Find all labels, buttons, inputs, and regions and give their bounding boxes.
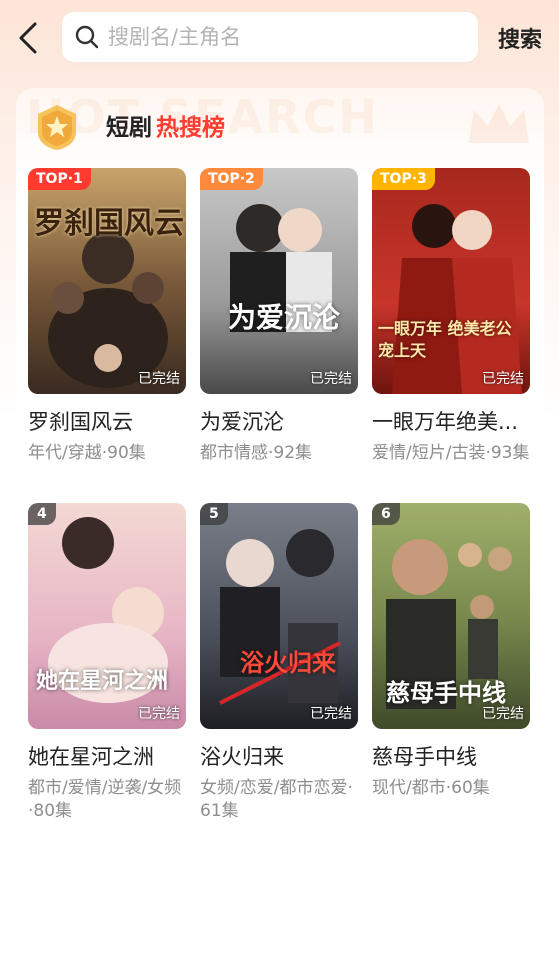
title-short-drama: 短剧 — [106, 115, 152, 141]
drama-card-5[interactable]: 浴火归来 5 已完结 浴火归来 女频/恋爱/都市恋爱·61集 — [200, 503, 358, 823]
drama-poster-5[interactable]: 浴火归来 5 已完结 — [200, 503, 358, 729]
drama-meta-5: 女频/恋爱/都市恋爱·61集 — [200, 778, 353, 821]
rank-badge-6: 6 — [372, 503, 400, 525]
title-hot-search: 热搜榜 — [156, 115, 225, 141]
hot-search-panel: HOT SEARCH 短剧 热搜榜 罗刹国风云 TOP·1 已完结 罗刹国风云 年… — [16, 88, 544, 848]
rank-badge-3: TOP·3 — [372, 168, 435, 190]
drama-card-3[interactable]: 一眼万年 绝美老公宠上天 TOP·3 已完结 一眼万年绝美... 爱情/短片/古… — [372, 168, 530, 465]
drama-card-6[interactable]: 慈母手中线 6 已完结 慈母手中线 现代/都市·60集 — [372, 503, 530, 800]
rank-badge-1: TOP·1 — [28, 168, 91, 190]
back-button[interactable] — [14, 20, 46, 56]
poster-art-4 — [28, 503, 186, 729]
drama-card-4[interactable]: 她在星河之洲 4 已完结 她在星河之洲 都市/爱情/逆袭/女频·80集 — [28, 503, 186, 823]
medal-icon — [38, 105, 76, 150]
poster-title-2: 为爱沉沦 — [228, 301, 341, 334]
drama-title-5: 浴火归来 — [200, 745, 284, 769]
search-icon — [75, 25, 99, 49]
drama-poster-6[interactable]: 慈母手中线 6 已完结 — [372, 503, 530, 729]
status-label-6: 已完结 — [482, 706, 524, 722]
drama-meta-1: 年代/穿越·90集 — [28, 443, 146, 463]
drama-poster-4[interactable]: 她在星河之洲 4 已完结 — [28, 503, 186, 729]
drama-title-6: 慈母手中线 — [372, 745, 477, 769]
drama-poster-3[interactable]: 一眼万年 绝美老公宠上天 TOP·3 已完结 — [372, 168, 530, 394]
drama-card-1[interactable]: 罗刹国风云 TOP·1 已完结 罗刹国风云 年代/穿越·90集 — [28, 168, 186, 465]
rank-badge-4: 4 — [28, 503, 56, 525]
status-label-5: 已完结 — [310, 706, 352, 722]
poster-art-5 — [200, 503, 358, 729]
status-label-3: 已完结 — [482, 371, 524, 387]
status-label-2: 已完结 — [310, 371, 352, 387]
drama-title-1: 罗刹国风云 — [28, 410, 133, 434]
drama-card-2[interactable]: 为爱沉沦 TOP·2 已完结 为爱沉沦 都市情感·92集 — [200, 168, 358, 465]
drama-meta-3: 爱情/短片/古装·93集 — [372, 443, 530, 463]
drama-title-2: 为爱沉沦 — [200, 410, 284, 434]
poster-art-2 — [200, 168, 358, 394]
search-input[interactable] — [108, 25, 448, 49]
header: 搜索 — [0, 0, 559, 76]
panel-title: 短剧 热搜榜 — [106, 108, 225, 142]
poster-title-1: 罗刹国风云 — [34, 206, 184, 241]
search-button[interactable]: 搜索 — [498, 22, 542, 54]
status-label-4: 已完结 — [138, 706, 180, 722]
rank-badge-2: TOP·2 — [200, 168, 263, 190]
drama-meta-4: 都市/爱情/逆袭/女频·80集 — [28, 778, 182, 821]
drama-title-4: 她在星河之洲 — [28, 745, 154, 769]
status-label-1: 已完结 — [138, 371, 180, 387]
search-box[interactable] — [62, 12, 478, 62]
poster-title-5: 浴火归来 — [240, 648, 336, 677]
drama-poster-1[interactable]: 罗刹国风云 TOP·1 已完结 — [28, 168, 186, 394]
drama-meta-2: 都市情感·92集 — [200, 443, 313, 463]
rank-badge-5: 5 — [200, 503, 228, 525]
drama-meta-6: 现代/都市·60集 — [372, 778, 490, 798]
drama-title-3: 一眼万年绝美... — [372, 410, 519, 434]
poster-title-3: 一眼万年 绝美老公宠上天 — [378, 319, 512, 360]
back-arrow-icon — [19, 22, 37, 54]
crown-decoration-icon — [469, 104, 529, 143]
poster-title-4: 她在星河之洲 — [36, 668, 169, 694]
drama-poster-2[interactable]: 为爱沉沦 TOP·2 已完结 — [200, 168, 358, 394]
